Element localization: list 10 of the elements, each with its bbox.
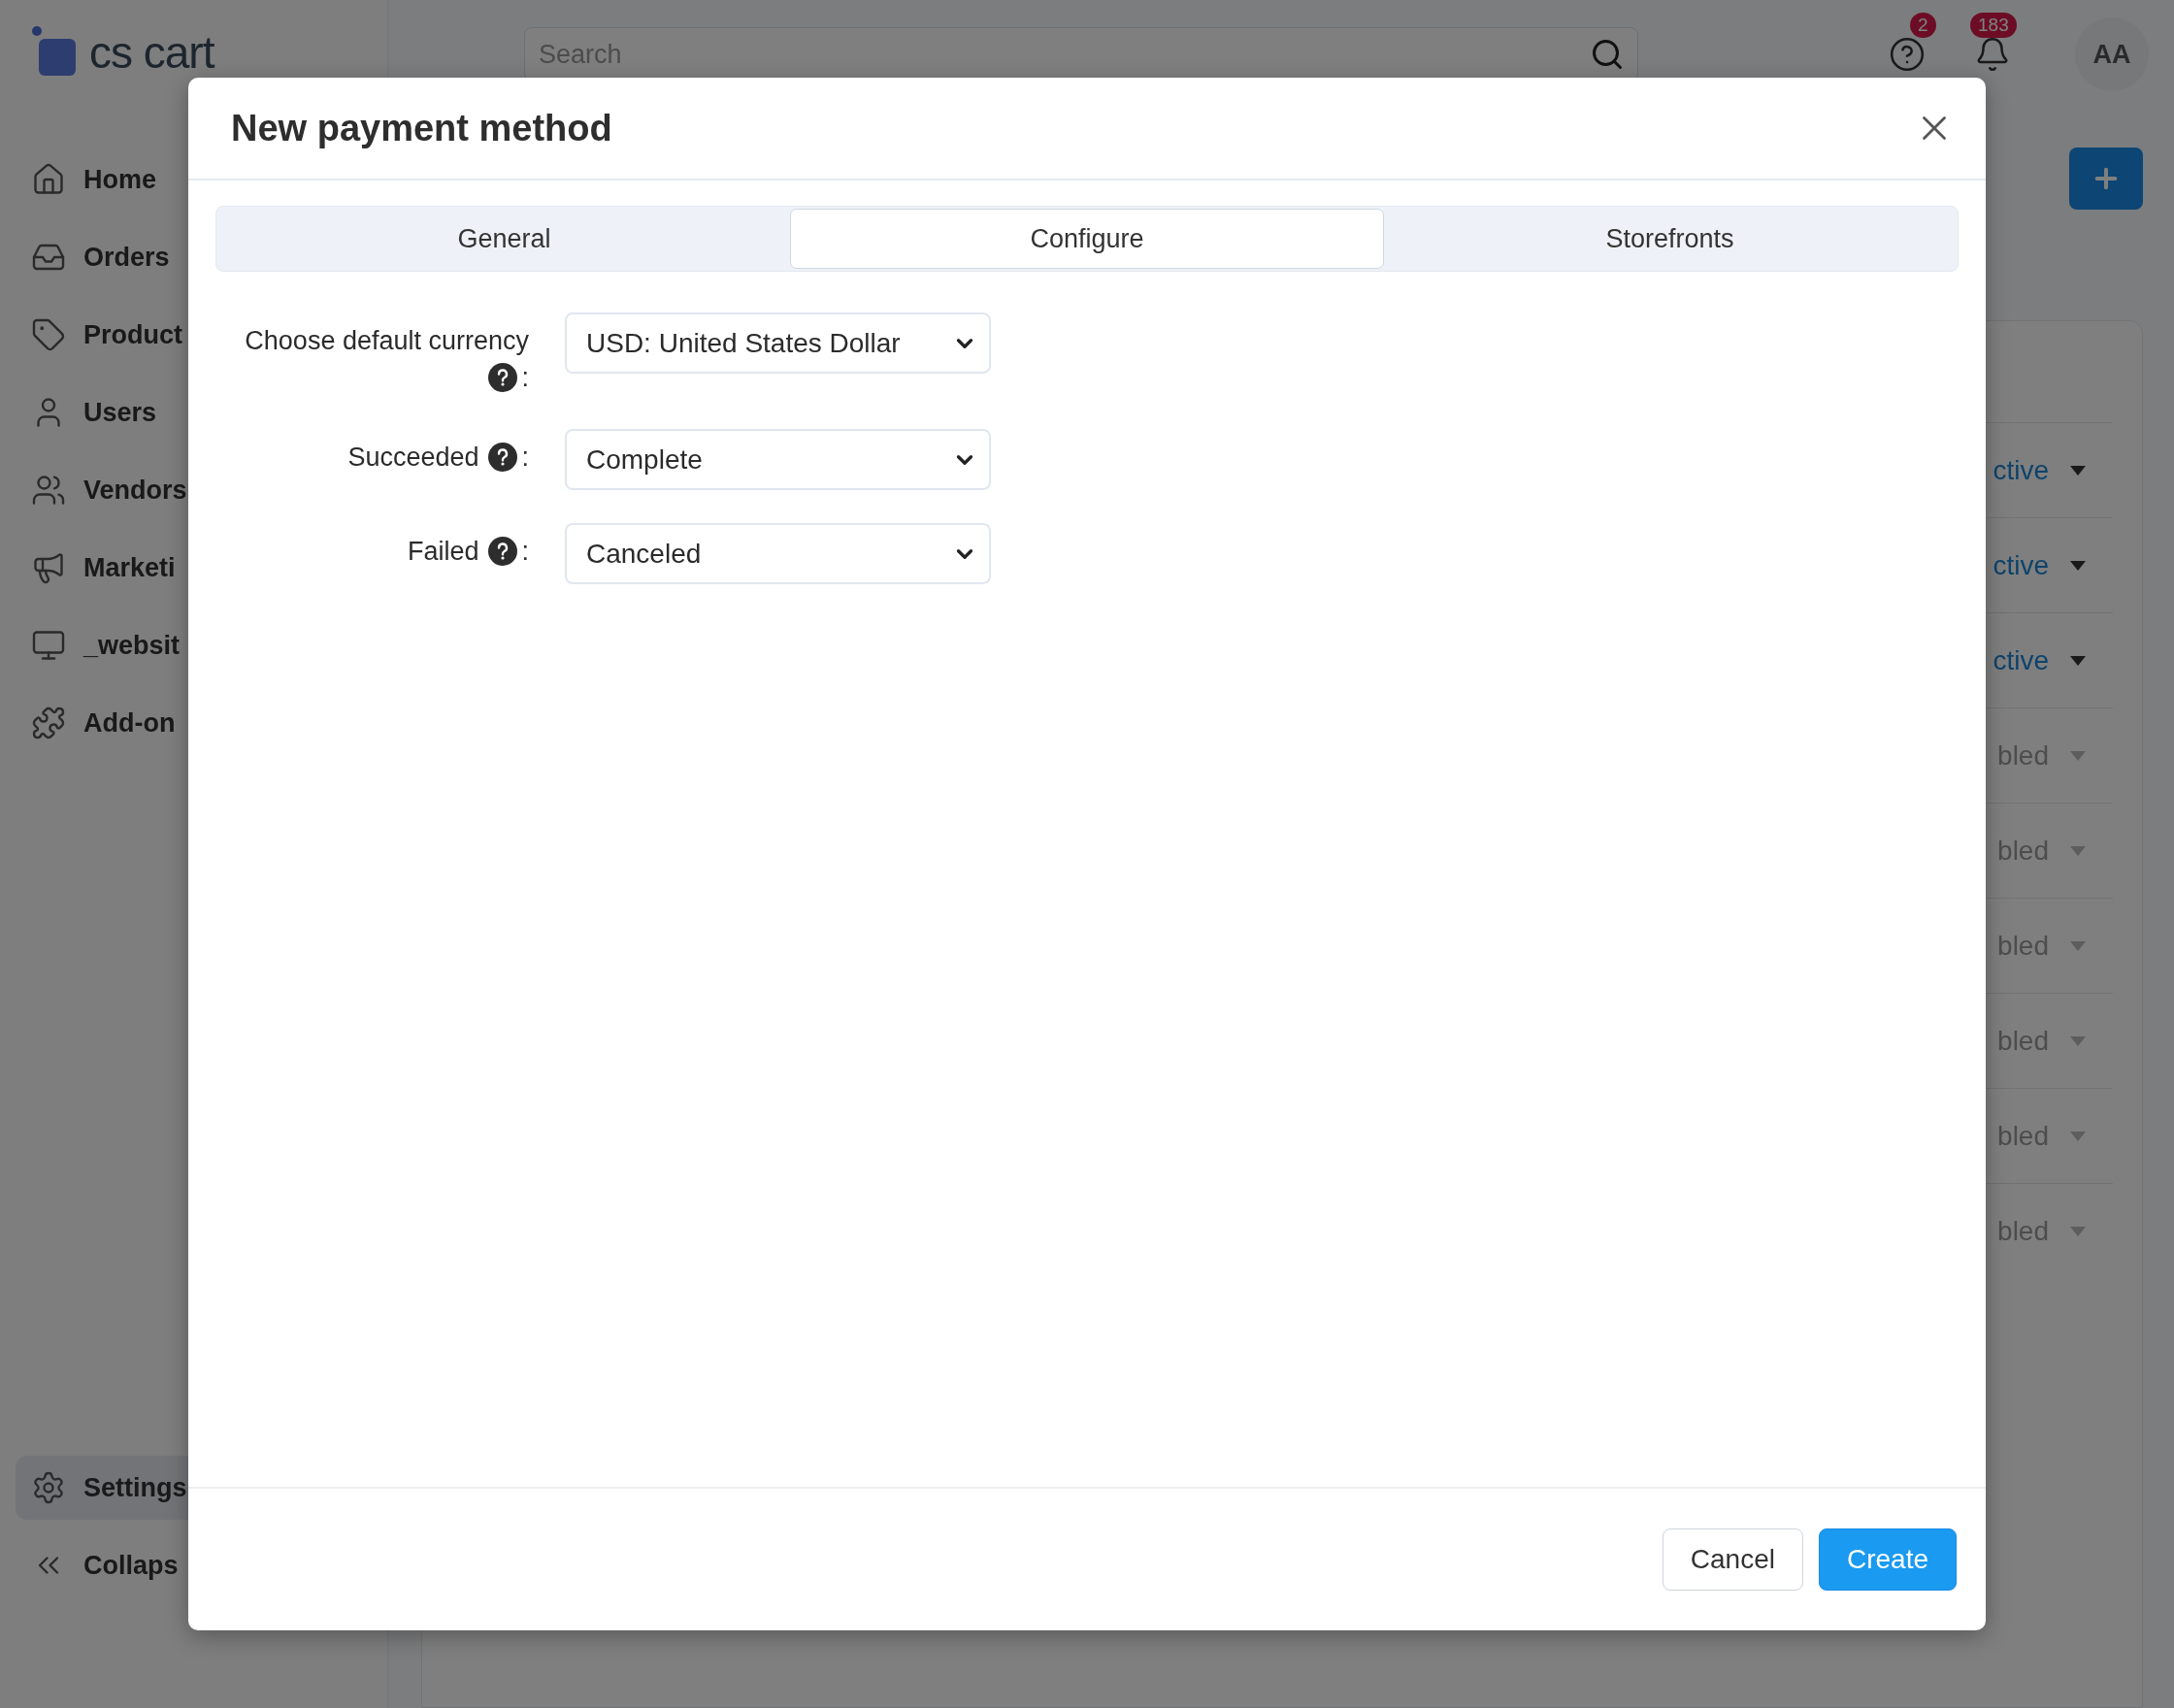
field-label: Succeeded xyxy=(347,442,479,474)
field-label: Choose default currency xyxy=(245,325,529,357)
dialog-title: New payment method xyxy=(231,107,612,149)
label-colon: : xyxy=(521,362,529,394)
notification-badge: 183 xyxy=(1970,13,2017,38)
label-colon: : xyxy=(521,442,529,474)
notification-badge: 2 xyxy=(1910,13,1936,38)
field-label: Failed xyxy=(407,536,479,568)
logo-text: cs cart xyxy=(89,26,214,79)
label-colon: : xyxy=(521,536,529,568)
